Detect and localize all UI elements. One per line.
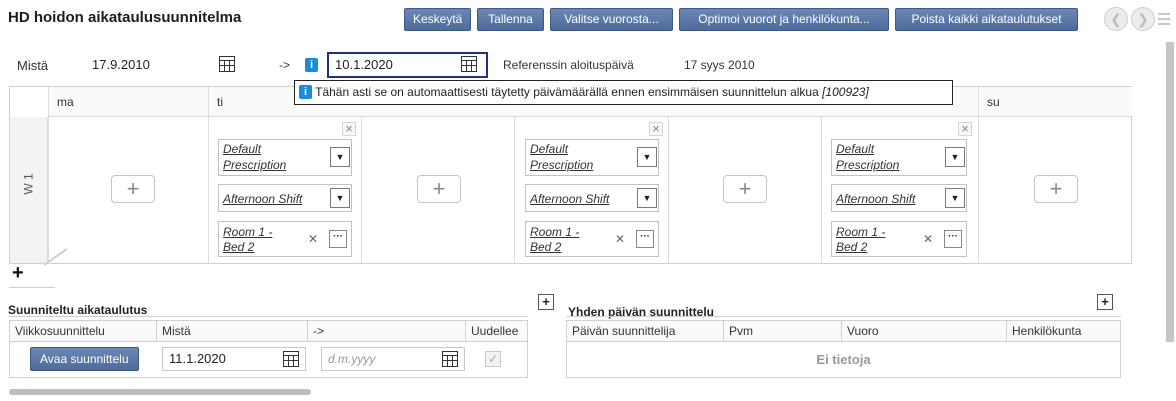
add-week-tab[interactable]: + (9, 262, 55, 288)
day-header-su: su (978, 87, 1132, 117)
prescription-line1: Default (223, 142, 262, 156)
calendar-icon[interactable] (219, 56, 235, 72)
col-repeat: Uudellee (466, 320, 528, 342)
day-cell-ti: × Default Prescription ▼ Afternoon Shift… (208, 117, 361, 263)
week-label: W 1 (21, 173, 36, 195)
chevron-down-icon[interactable]: ▼ (330, 188, 350, 208)
shift-dropdown[interactable]: Afternoon Shift ▼ (525, 184, 659, 212)
shift-dropdown[interactable]: Afternoon Shift ▼ (831, 184, 967, 212)
room-line1: Room 1 - (223, 225, 273, 239)
info-icon[interactable]: i (305, 58, 318, 72)
day-cell-ma: + (48, 117, 208, 263)
planned-schedule-title: Suunniteltu aikataulutus (8, 303, 148, 317)
room-selector[interactable]: Room 1 - Bed 2 ✕ ··· (831, 221, 967, 257)
horizontal-scrollbar[interactable] (9, 389, 311, 395)
calendar-icon[interactable] (461, 56, 477, 72)
more-icon[interactable]: ··· (944, 230, 962, 248)
room-selector[interactable]: Room 1 - Bed 2 ✕ ··· (218, 221, 352, 257)
more-icon[interactable]: ··· (329, 230, 347, 248)
add-single-day-button[interactable]: + (1097, 294, 1113, 310)
shift-dropdown[interactable]: Afternoon Shift ▼ (218, 184, 352, 212)
section-divider (9, 316, 528, 317)
chevron-down-icon[interactable]: ▼ (637, 147, 657, 167)
close-icon[interactable]: × (649, 122, 663, 136)
room-line1: Room 1 - (836, 225, 886, 239)
prescription-dropdown[interactable]: Default Prescription ▼ (525, 139, 659, 176)
select-from-shift-button[interactable]: Valitse vuorosta... (550, 8, 673, 31)
clear-icon[interactable]: ✕ (308, 232, 318, 246)
col-to: -> (308, 320, 466, 342)
prescription-line2: Prescription (223, 158, 287, 172)
plus-icon: + (12, 262, 24, 284)
day-cell-to: × Default Prescription ▼ Afternoon Shift… (514, 117, 668, 263)
prescription-line1: Default (836, 142, 875, 156)
reference-start-label: Referenssin aloituspäivä (503, 58, 634, 72)
clear-icon[interactable]: ✕ (923, 232, 933, 246)
suspend-button[interactable]: Keskeytä (404, 8, 471, 31)
prescription-line1: Default (530, 142, 569, 156)
add-schedule-button[interactable]: + (1034, 175, 1078, 203)
room-selector[interactable]: Room 1 - Bed 2 ✕ ··· (525, 221, 659, 257)
week-label-cell: W 1 (10, 117, 48, 263)
col-staff: Henkilökunta (1007, 320, 1121, 342)
empty-message: Ei tietoja (816, 352, 871, 367)
day-cell-ke: + (361, 117, 514, 263)
prescription-line2: Prescription (530, 158, 594, 172)
optimize-shifts-button[interactable]: Optimoi vuorot ja henkilökunta... (679, 8, 889, 31)
chevron-down-icon[interactable]: ▼ (330, 147, 350, 167)
col-shift: Vuoro (842, 320, 1007, 342)
day-header-ma: ma (48, 87, 208, 117)
shift-label: Afternoon Shift (530, 192, 610, 206)
remove-all-schedules-button[interactable]: Poista kaikki aikataulutukset (895, 8, 1078, 31)
tooltip-code: [100923] (822, 85, 869, 99)
shift-label: Afternoon Shift (836, 192, 916, 206)
day-cell-pe: + (668, 117, 821, 263)
room-line1: Room 1 - (530, 225, 580, 239)
room-line2: Bed 2 (223, 240, 255, 254)
from-label: Mistä (17, 58, 49, 73)
section-divider (566, 316, 1121, 317)
clear-icon[interactable]: ✕ (615, 232, 625, 246)
week-calendar-grid: ma ti su W 1 + × Default Prescription ▼ … (9, 86, 1132, 264)
calendar-icon[interactable] (283, 351, 299, 367)
col-week-planning: Viikkosuunnittelu (9, 320, 157, 342)
room-line2: Bed 2 (836, 240, 868, 254)
day-cell-su: + (978, 117, 1132, 263)
prescription-dropdown[interactable]: Default Prescription ▼ (831, 139, 967, 176)
reference-start-value: 17 syys 2010 (684, 58, 755, 72)
prescription-dropdown[interactable]: Default Prescription ▼ (218, 139, 352, 176)
from-date-input[interactable]: 17.9.2010 (85, 53, 195, 77)
chevron-down-icon[interactable]: ▼ (945, 188, 965, 208)
add-schedule-button[interactable]: + (417, 175, 461, 203)
arrow-label: -> (279, 58, 291, 72)
vertical-scrollbar[interactable] (1166, 42, 1174, 342)
menu-icon[interactable] (1158, 10, 1172, 28)
prescription-line2: Prescription (836, 158, 900, 172)
day-cell-la: × Default Prescription ▼ Afternoon Shift… (821, 117, 978, 263)
more-icon[interactable]: ··· (636, 230, 654, 248)
add-schedule-button[interactable]: + (723, 175, 767, 203)
tooltip-text: Tähän asti se on automaattisesti täytett… (315, 85, 819, 99)
calendar-icon[interactable] (442, 351, 458, 367)
chevron-down-icon[interactable]: ▼ (637, 188, 657, 208)
close-icon[interactable]: × (958, 122, 972, 136)
col-day-planner: Päivän suunnittelija (566, 320, 724, 342)
shift-label: Afternoon Shift (223, 192, 303, 206)
room-line2: Bed 2 (530, 240, 562, 254)
open-planning-button[interactable]: Avaa suunnittelu (30, 347, 139, 371)
save-button[interactable]: Tallenna (477, 8, 544, 31)
chevron-down-icon[interactable]: ▼ (945, 147, 965, 167)
info-tooltip: i Tähän asti se on automaattisesti täyte… (294, 80, 953, 105)
close-icon[interactable]: × (342, 122, 356, 136)
col-date: Pvm (724, 320, 842, 342)
add-schedule-button[interactable]: + (111, 175, 155, 203)
info-icon: i (299, 84, 312, 99)
page-title: HD hoidon aikataulusuunnitelma (8, 9, 242, 26)
next-icon[interactable]: ❯ (1131, 7, 1155, 31)
col-from: Mistä (157, 320, 308, 342)
add-planned-schedule-button[interactable]: + (538, 294, 554, 310)
repeat-checkbox[interactable]: ✓ (485, 351, 501, 367)
prev-icon[interactable]: ❮ (1104, 7, 1128, 31)
